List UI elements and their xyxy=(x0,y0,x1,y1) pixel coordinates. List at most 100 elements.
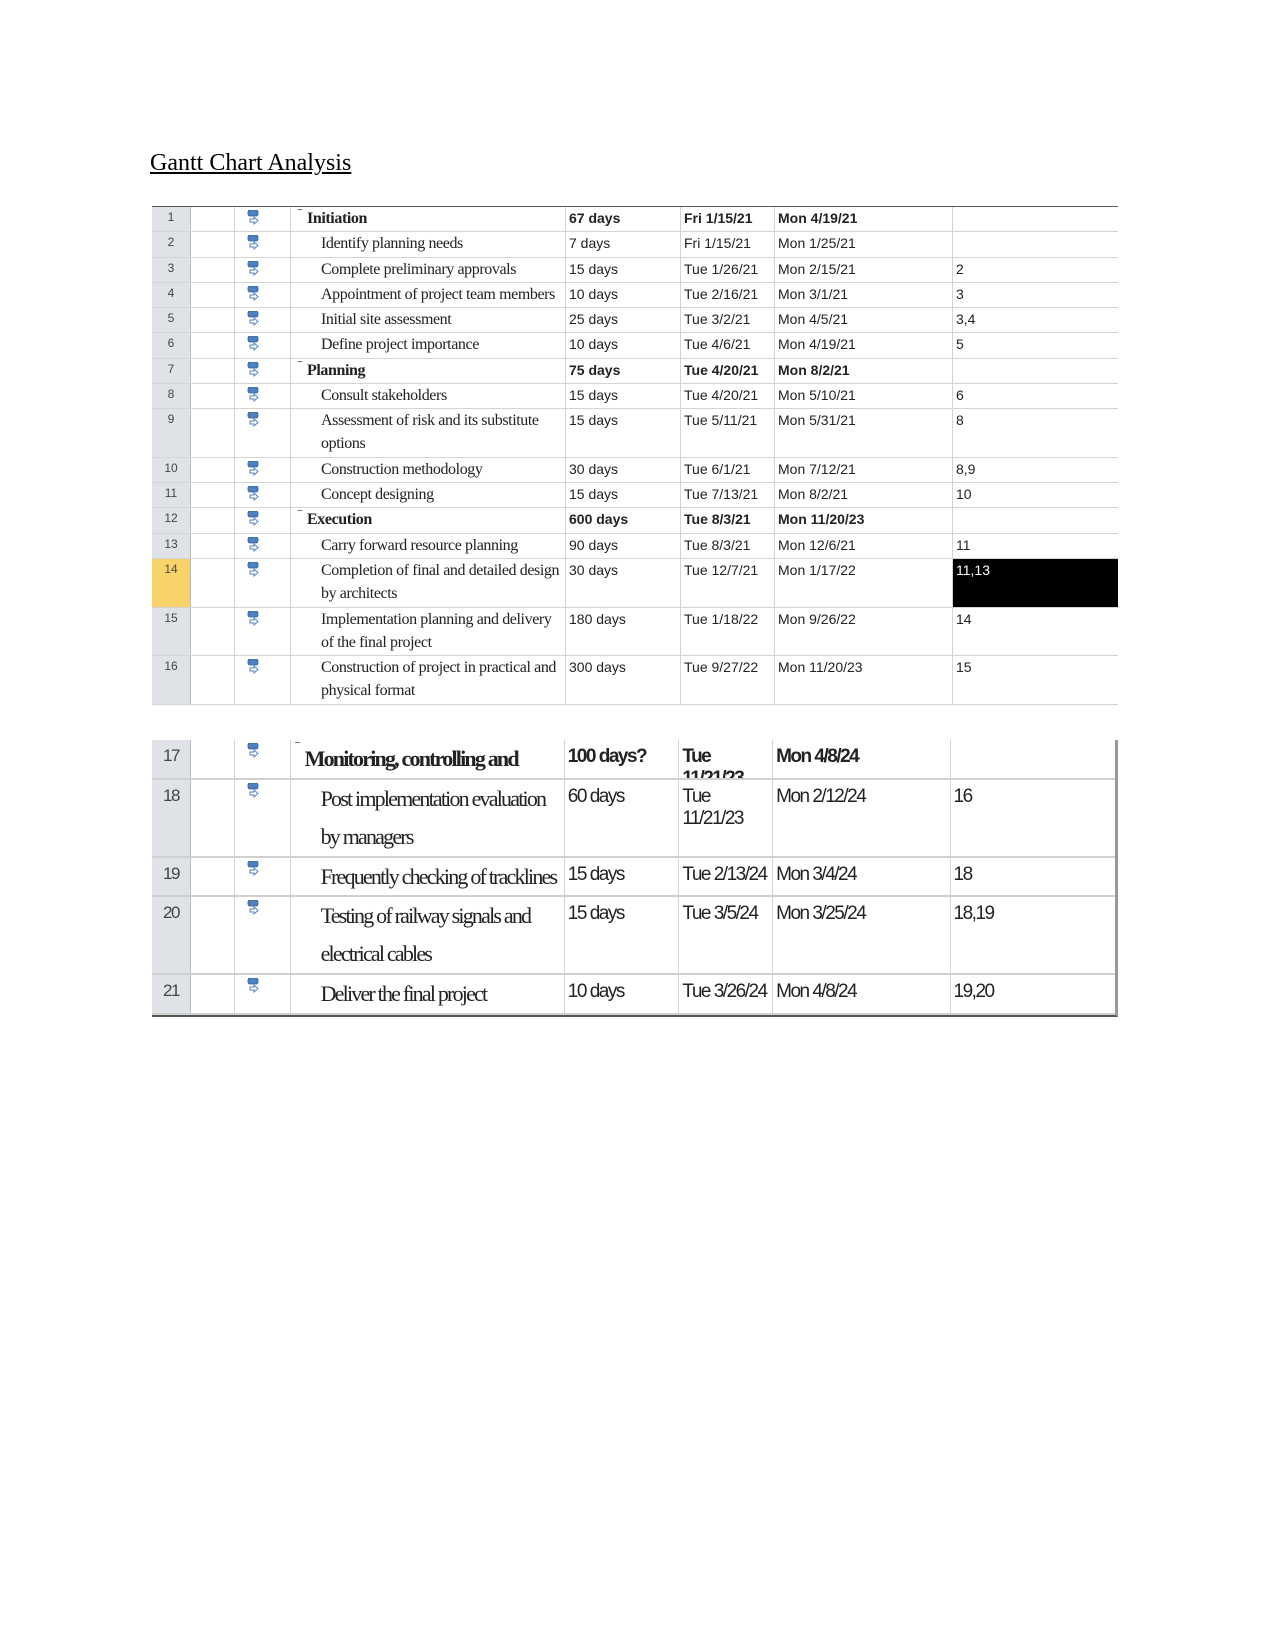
finish-cell[interactable]: Mon 7/12/21 xyxy=(775,457,953,483)
task-mode-cell[interactable] xyxy=(235,607,291,656)
task-mode-cell[interactable] xyxy=(235,975,291,1013)
task-name-cell[interactable]: Implementation planning and delivery of … xyxy=(291,607,566,656)
task-mode-cell[interactable] xyxy=(235,384,291,409)
indicator-cell[interactable] xyxy=(191,409,235,457)
predecessors-cell[interactable]: 16 xyxy=(951,780,1115,856)
task-name-cell[interactable]: Concept designing xyxy=(291,483,566,508)
duration-cell[interactable]: 30 days xyxy=(566,559,681,607)
indicator-cell[interactable] xyxy=(191,740,235,778)
task-name-cell[interactable]: Complete preliminary approvals xyxy=(291,257,566,282)
collapse-minus-icon[interactable]: − xyxy=(297,508,304,517)
duration-cell[interactable]: 10 days xyxy=(566,333,681,358)
task-name-cell[interactable]: Identify planning needs xyxy=(291,232,566,257)
row-id-cell[interactable]: 14 xyxy=(152,559,191,607)
start-cell[interactable]: Tue 6/1/21 xyxy=(681,457,775,483)
start-cell[interactable]: Tue 7/13/21 xyxy=(681,483,775,508)
indicator-cell[interactable] xyxy=(191,308,235,333)
table-row[interactable]: 21 Deliver the final project 10 days Tue 3/… xyxy=(152,975,1115,1015)
row-id-cell[interactable]: 3 xyxy=(152,257,191,282)
task-mode-cell[interactable] xyxy=(235,232,291,257)
predecessors-cell[interactable]: 5 xyxy=(953,333,1118,357)
finish-cell[interactable]: Mon 4/8/24 xyxy=(773,740,951,778)
task-name-cell[interactable]: − Execution xyxy=(291,508,566,533)
row-id-cell[interactable]: 10 xyxy=(152,457,191,483)
row-id-cell[interactable]: 12 xyxy=(152,508,191,533)
duration-cell[interactable]: 67 days xyxy=(566,207,681,232)
task-mode-cell[interactable] xyxy=(235,897,291,973)
row-id-cell[interactable]: 2 xyxy=(152,232,191,257)
task-mode-cell[interactable] xyxy=(235,508,291,533)
indicator-cell[interactable] xyxy=(191,656,235,704)
finish-cell[interactable]: Mon 3/1/21 xyxy=(775,282,953,308)
indicator-cell[interactable] xyxy=(191,333,235,358)
start-cell[interactable]: Tue 11/21/23 xyxy=(679,740,774,778)
indicator-cell[interactable] xyxy=(191,207,235,232)
table-row[interactable]: 15 Implementation planning and delivery o… xyxy=(152,607,1118,657)
start-cell[interactable]: Tue 3/26/24 xyxy=(679,975,774,1013)
table-row[interactable]: 13 Carry forward resource planning 90 days… xyxy=(152,533,1118,560)
row-id-cell[interactable]: 9 xyxy=(152,409,191,457)
duration-cell[interactable]: 600 days xyxy=(566,508,681,533)
task-mode-cell[interactable] xyxy=(235,483,291,508)
table-row[interactable]: 2 Identify planning needs 7 days Fri 1/15/2… xyxy=(152,232,1118,258)
task-mode-cell[interactable] xyxy=(235,740,291,778)
start-cell[interactable]: Fri 1/15/21 xyxy=(681,232,775,257)
duration-cell[interactable]: 100 days? xyxy=(565,740,680,778)
duration-cell[interactable]: 180 days xyxy=(566,607,681,656)
table-row[interactable]: 3 Complete preliminary approvals 15 days Tu… xyxy=(152,257,1118,283)
duration-cell[interactable]: 15 days xyxy=(566,483,681,508)
predecessors-cell[interactable] xyxy=(953,508,1118,532)
duration-cell[interactable]: 75 days xyxy=(566,358,681,384)
row-id-cell[interactable]: 1 xyxy=(152,207,191,232)
row-id-cell[interactable]: 19 xyxy=(152,857,191,895)
row-id-cell[interactable]: 11 xyxy=(152,483,191,508)
task-mode-cell[interactable] xyxy=(235,457,291,483)
start-cell[interactable]: Tue 8/3/21 xyxy=(681,508,775,533)
collapse-minus-icon[interactable]: − xyxy=(295,740,302,749)
indicator-cell[interactable] xyxy=(191,508,235,533)
finish-cell[interactable]: Mon 9/26/22 xyxy=(775,607,953,656)
indicator-cell[interactable] xyxy=(191,483,235,508)
predecessors-cell[interactable]: 11,13 xyxy=(953,559,1118,607)
table-row[interactable]: 14 Completion of final and detailed desig… xyxy=(152,559,1118,608)
table-row[interactable]: 12− Execution 600 days Tue 8/3/21 Mon 11/20/… xyxy=(152,508,1118,534)
duration-cell[interactable]: 15 days xyxy=(566,409,681,457)
indicator-cell[interactable] xyxy=(191,779,235,856)
collapse-minus-icon[interactable]: − xyxy=(297,359,304,368)
table-row[interactable]: 17−Monitoring, controlling and closure10… xyxy=(152,740,1115,780)
indicator-cell[interactable] xyxy=(191,282,235,308)
task-mode-cell[interactable] xyxy=(235,358,291,384)
start-cell[interactable]: Tue 5/11/21 xyxy=(681,409,775,457)
duration-cell[interactable]: 90 days xyxy=(566,533,681,559)
predecessors-cell[interactable] xyxy=(953,207,1118,231)
finish-cell[interactable]: Mon 5/10/21 xyxy=(775,384,953,409)
predecessors-cell[interactable]: 10 xyxy=(953,483,1118,507)
task-name-cell[interactable]: Completion of final and detailed design … xyxy=(291,559,566,607)
task-name-cell[interactable]: Assessment of risk and its substitute op… xyxy=(291,409,566,457)
predecessors-cell[interactable]: 3,4 xyxy=(953,308,1118,332)
indicator-cell[interactable] xyxy=(191,857,235,895)
finish-cell[interactable]: Mon 4/19/21 xyxy=(775,333,953,358)
task-name-cell[interactable]: − Initiation xyxy=(291,207,566,232)
table-row[interactable]: 4 Appointment of project team members 10 d… xyxy=(152,282,1118,309)
indicator-cell[interactable] xyxy=(191,559,235,607)
table-row[interactable]: 7− Planning 75 days Tue 4/20/21 Mon 8/2/21 xyxy=(152,358,1118,385)
predecessors-cell[interactable]: 19,20 xyxy=(951,975,1115,1013)
start-cell[interactable]: Tue 3/2/21 xyxy=(681,308,775,333)
start-cell[interactable]: Tue 4/20/21 xyxy=(681,384,775,409)
task-name-cell[interactable]: Post implementation evaluation by manage… xyxy=(291,779,565,856)
row-id-cell[interactable]: 13 xyxy=(152,533,191,559)
collapse-minus-icon[interactable]: − xyxy=(297,207,304,216)
task-name-cell[interactable]: Carry forward resource planning xyxy=(291,533,566,559)
predecessors-cell[interactable]: 14 xyxy=(953,608,1118,656)
indicator-cell[interactable] xyxy=(191,232,235,257)
predecessors-cell[interactable]: 11 xyxy=(953,534,1118,558)
predecessors-cell[interactable]: 18 xyxy=(951,858,1115,896)
finish-cell[interactable]: Mon 3/25/24 xyxy=(773,897,951,973)
indicator-cell[interactable] xyxy=(191,457,235,483)
row-id-cell[interactable]: 7 xyxy=(152,358,191,384)
duration-cell[interactable]: 15 days xyxy=(565,897,680,973)
finish-cell[interactable]: Mon 8/2/21 xyxy=(775,483,953,508)
start-cell[interactable]: Tue 11/21/23 xyxy=(679,779,774,856)
table-row[interactable]: 8 Consult stakeholders 15 days Tue 4/20/21 M… xyxy=(152,384,1118,410)
